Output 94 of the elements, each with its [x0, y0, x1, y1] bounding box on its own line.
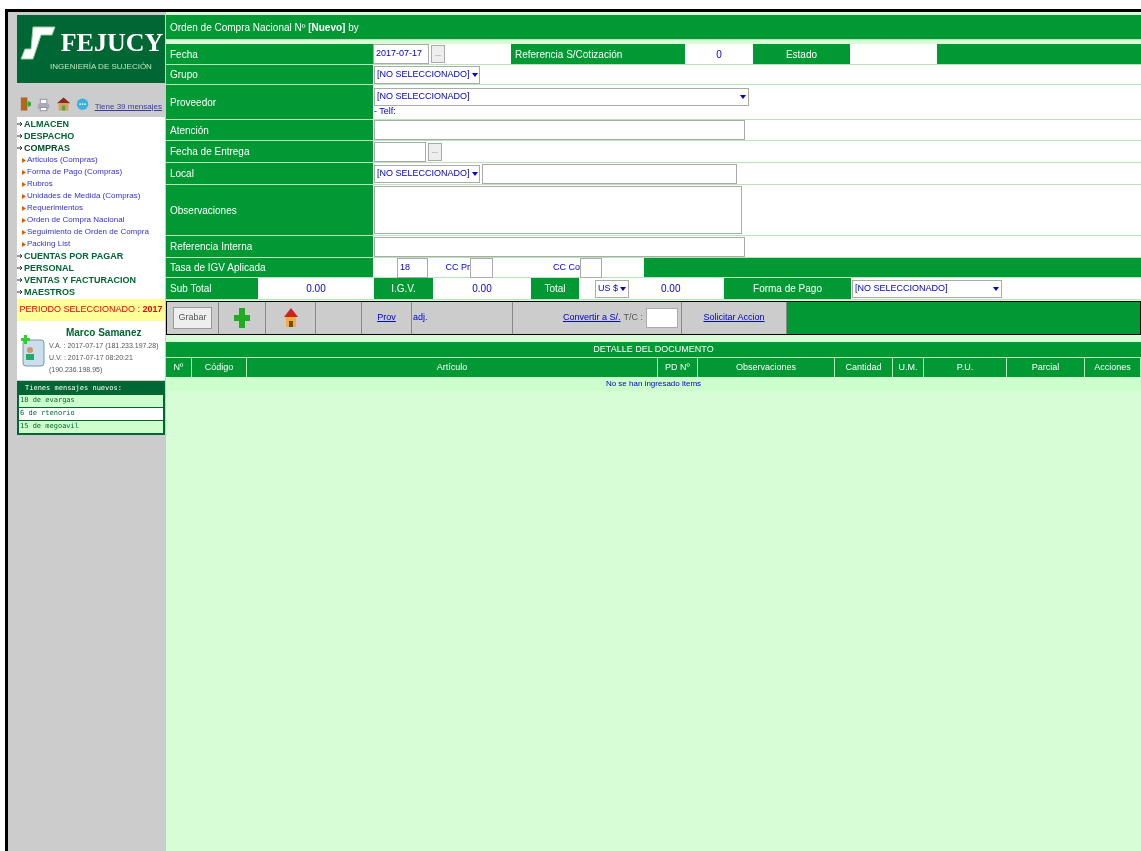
- tax-rate-field[interactable]: 18: [397, 257, 428, 278]
- bullet-icon: [22, 241, 26, 247]
- plus-icon[interactable]: [234, 308, 250, 328]
- empty-message: No se han ingresado items: [166, 377, 1141, 391]
- dropdown[interactable]: [NO SELECCIONADO]: [852, 279, 1002, 298]
- arrow-icon: [17, 133, 23, 139]
- field-label: Referencia S/Cotización: [511, 44, 685, 64]
- field-label: Estado: [753, 44, 850, 64]
- caret-icon: [993, 285, 999, 292]
- menu-item[interactable]: PERSONAL: [24, 262, 74, 274]
- submenu-item[interactable]: Articulos (Compras): [27, 154, 98, 166]
- arrow-icon: [17, 145, 23, 151]
- attachment-label: adj.: [412, 311, 428, 325]
- input-field[interactable]: [374, 236, 745, 257]
- submenu-item[interactable]: Forma de Pago (Compras): [27, 166, 123, 178]
- field-label: Proveedor: [166, 85, 373, 119]
- reference-value: 0: [685, 44, 753, 64]
- dropdown[interactable]: [NO SELECCIONADO]: [374, 87, 749, 106]
- menu-item[interactable]: ALMACEN: [24, 118, 69, 130]
- menu-item[interactable]: MAESTROS: [24, 286, 75, 298]
- bullet-icon: [22, 193, 26, 199]
- caret-icon: [471, 170, 478, 177]
- messages-link[interactable]: Tiene 39 mensajes: [94, 101, 162, 113]
- submenu-item[interactable]: Seguimiento de Orden de Compra: [27, 226, 149, 238]
- field-label: Tasa de IGV Aplicada: [166, 258, 373, 277]
- menu-item[interactable]: COMPRAS: [24, 142, 70, 154]
- logo-tagline: INGENIERÍA DE SUJECIÓN: [50, 61, 152, 73]
- bullet-icon: [22, 205, 26, 211]
- logo-icon: [18, 25, 57, 61]
- tax-value: 0.00: [433, 278, 531, 299]
- submenu-item[interactable]: Orden de Compra Nacional: [27, 214, 125, 226]
- exchange-rate-label: T/C :: [623, 311, 643, 325]
- convert-link[interactable]: Convertir a S/.: [562, 311, 621, 325]
- period-text: PERIODO SELECCIONADO : 2017: [19, 303, 163, 317]
- logo-name: FEJUCY: [60, 30, 164, 56]
- printer-icon[interactable]: [37, 97, 51, 113]
- field-label: Forma de Pago: [724, 278, 851, 299]
- menu-item[interactable]: CUENTAS POR PAGAR: [24, 250, 124, 262]
- date-field[interactable]: 2017-07-17: [373, 44, 429, 64]
- arrow-icon: [17, 289, 23, 295]
- field-label: I.G.V.: [374, 278, 433, 299]
- text-area[interactable]: [374, 186, 742, 234]
- field-label: Fecha de Entrega: [166, 141, 373, 162]
- user-name: Marco Samanez: [64, 326, 143, 340]
- phone-label: - Telf:: [374, 105, 397, 117]
- field-label: Observaciones: [166, 185, 373, 235]
- input-field[interactable]: [580, 257, 602, 278]
- field-label: Local: [166, 163, 373, 184]
- submenu-item[interactable]: Requerimientos: [27, 202, 84, 214]
- input-field[interactable]: [374, 120, 745, 140]
- input-field[interactable]: [646, 308, 678, 328]
- caret-icon: [471, 71, 478, 78]
- menu-item[interactable]: DESPACHO: [24, 130, 75, 142]
- bullet-icon: [22, 229, 26, 235]
- subtotal-value: 0.00: [258, 278, 374, 299]
- field-label: CC Co: [552, 260, 580, 274]
- arrow-icon: [17, 253, 23, 259]
- field-label: Sub Total: [166, 278, 258, 299]
- submenu-item[interactable]: Packing List: [27, 238, 71, 250]
- dropdown[interactable]: US $: [595, 279, 629, 298]
- total-value: 0.00: [661, 282, 681, 296]
- table-title: DETALLE DEL DOCUMENTO: [166, 342, 1141, 358]
- chat-bubble-icon[interactable]: [75, 97, 89, 113]
- form-title: Orden de Compra Nacional Nº [Nuevo] by: [170, 20, 359, 35]
- field-label: Referencia Interna: [166, 236, 373, 257]
- arrow-icon: [17, 265, 23, 271]
- submenu-item[interactable]: Rubros: [27, 178, 53, 190]
- user-card-icon: [20, 335, 46, 367]
- arrow-icon: [17, 121, 23, 127]
- field-label: Atención: [166, 120, 373, 140]
- dropdown[interactable]: [NO SELECCIONADO]: [374, 65, 480, 84]
- bullet-icon: [22, 217, 26, 223]
- bullet-icon: [22, 181, 26, 187]
- save-button[interactable]: Grabar: [173, 307, 212, 329]
- date-field[interactable]: [374, 141, 426, 162]
- request-action-link[interactable]: Solicitar Accion: [703, 311, 765, 325]
- field-label: CC Pr: [444, 260, 470, 274]
- bullet-icon: [22, 157, 26, 163]
- input-field[interactable]: [470, 257, 493, 278]
- field-label: Grupo: [166, 65, 373, 84]
- door-exit-icon[interactable]: [20, 95, 32, 113]
- bullet-icon: [22, 169, 26, 175]
- caret-icon: [740, 93, 746, 100]
- submenu-item[interactable]: Unidades de Medida (Compras): [27, 190, 141, 202]
- caret-icon: [620, 285, 626, 292]
- input-field[interactable]: [482, 163, 737, 184]
- house-icon[interactable]: [283, 308, 298, 328]
- field-label: Fecha: [166, 44, 373, 64]
- menu-item[interactable]: VENTAS Y FACTURACION: [24, 274, 136, 286]
- provider-link[interactable]: Prov: [377, 311, 396, 325]
- field-label: Total: [531, 278, 579, 299]
- arrow-icon: [17, 277, 23, 283]
- dropdown[interactable]: [NO SELECCIONADO]: [374, 164, 480, 183]
- house-icon[interactable]: [56, 95, 70, 113]
